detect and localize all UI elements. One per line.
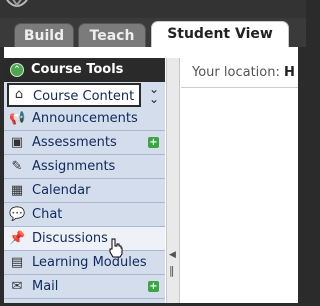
chat-bubble-icon: 💬 — [9, 207, 26, 222]
tab-build[interactable]: Build — [14, 23, 74, 48]
nav-item-mail[interactable]: ✉ Mail + — [4, 275, 165, 299]
content-area: Your location: H — [181, 58, 298, 306]
collapse-circle-icon[interactable]: ⌃ — [10, 63, 24, 77]
nav-item-label: Course Content — [33, 89, 135, 104]
course-tools-panel: ⌃ Course Tools ⌂ Course Content ⌄ ⌄ 📢 Ann… — [4, 58, 165, 306]
course-tools-header[interactable]: ⌃ Course Tools — [4, 58, 165, 82]
nav-item-label: Learning Modules — [32, 255, 147, 270]
breadcrumb-prefix: Your location: — [192, 65, 280, 80]
panel-splitter[interactable]: ◀ ‖ — [166, 58, 180, 306]
nav-item-assignments[interactable]: ✎ Assignments — [4, 155, 165, 179]
breadcrumb: Your location: H — [181, 58, 298, 88]
course-tools-title: Course Tools — [31, 62, 124, 77]
breadcrumb-link[interactable]: H — [284, 65, 295, 80]
nav-item-chat[interactable]: 💬 Chat — [4, 203, 165, 227]
nav-item-course-content[interactable]: ⌂ Course Content — [7, 83, 141, 107]
tab-student-view[interactable]: Student View — [151, 21, 289, 49]
nav-item-label: Mail — [32, 279, 59, 294]
logo-icon — [6, 0, 28, 7]
nav-item-label: Assessments — [32, 135, 117, 150]
chevron-double-down-icon[interactable]: ⌄ ⌄ — [146, 83, 162, 105]
assignment-icon: ✎ — [11, 159, 23, 174]
nav-item-label: Discussions — [32, 231, 108, 246]
nav-item-label: Assignments — [32, 159, 116, 174]
mail-icon: ✉ — [11, 279, 23, 294]
nav-item-announcements[interactable]: 📢 Announcements — [4, 107, 165, 131]
nav-item-learning-modules[interactable]: ▤ Learning Modules — [4, 251, 165, 275]
nav-item-label: Calendar — [32, 183, 91, 198]
tab-bar: Build Teach Student View — [0, 18, 306, 49]
add-assessment-icon[interactable]: + — [148, 137, 159, 148]
nav-item-label: Announcements — [32, 111, 138, 126]
nav-item-assessments[interactable]: ▣ Assessments + — [4, 131, 165, 155]
frame-border-right — [298, 47, 306, 306]
house-icon: ⌂ — [14, 87, 24, 102]
nav-item-calendar[interactable]: ▦ Calendar — [4, 179, 165, 203]
nav-item-label: Chat — [32, 207, 63, 222]
collapse-left-icon[interactable]: ◀ — [169, 250, 177, 260]
pin-icon: 📌 — [9, 231, 26, 246]
assessment-icon: ▣ — [10, 135, 24, 150]
add-mail-icon[interactable]: + — [148, 281, 159, 292]
splitter-grip-icon[interactable]: ‖ — [169, 265, 177, 276]
module-icon: ▤ — [10, 255, 24, 270]
nav-item-discussions[interactable]: 📌 Discussions — [4, 227, 165, 251]
hand-cursor-icon — [109, 238, 123, 258]
tab-teach[interactable]: Teach — [78, 23, 146, 48]
megaphone-icon: 📢 — [9, 111, 26, 126]
calendar-icon: ▦ — [10, 183, 24, 198]
